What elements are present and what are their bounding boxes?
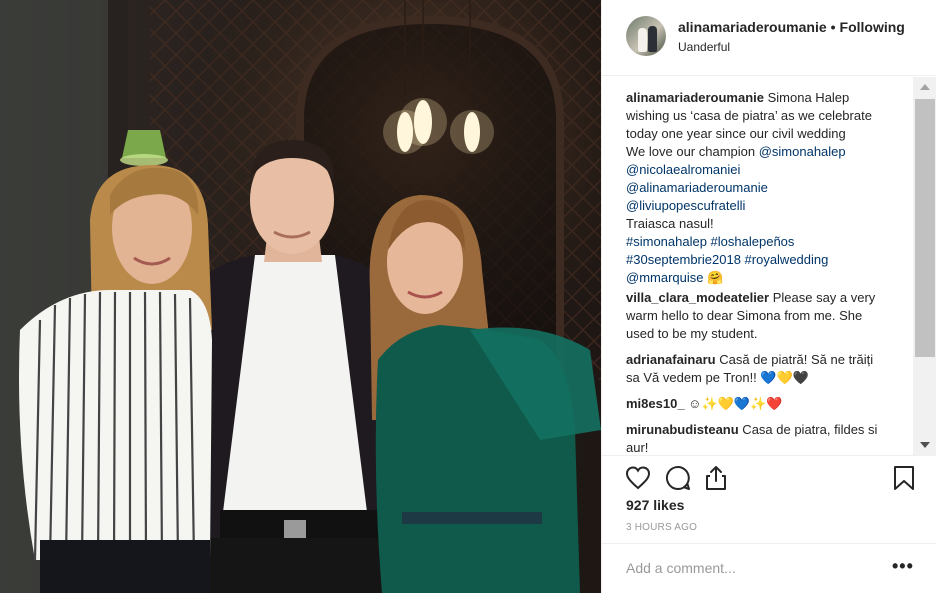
comment-item: adrianafainaru Casă de piatră! Să ne tră… [626,351,890,387]
header-username[interactable]: alinamariaderoumanie [678,19,827,35]
caption-username[interactable]: alinamariaderoumanie [626,90,764,105]
mention-link[interactable]: @liviupopescufratelli [626,198,745,213]
mention-link[interactable]: @simonahalep [759,144,846,159]
mention-link[interactable]: @nicolaealromaniei [626,162,740,177]
post-photo[interactable] [0,0,601,593]
hashtag-link[interactable]: #30septembrie2018 #royalwedding [626,252,828,267]
instagram-post-modal: alinamariaderoumanie • Following Uanderful… [0,0,936,593]
scrollbar-thumb[interactable] [915,99,935,357]
comment-username[interactable]: mirunabudisteanu [626,422,739,437]
header-separator: • [830,19,836,35]
comment-item: villa_clara_modeatelier Please say a ver… [626,289,890,343]
mention-link[interactable]: @alinamariaderoumanie [626,180,768,195]
comment-username[interactable]: adrianafainaru [626,352,716,367]
caption-text-3: Traiasca nasul! [626,216,714,231]
avatar[interactable] [626,16,666,56]
comment-text: ☺✨💛💙✨❤️ [684,396,783,411]
action-bar [602,455,936,499]
comment-composer: ••• [602,543,936,593]
more-options-icon[interactable]: ••• [892,556,914,577]
comment-icon[interactable] [664,464,692,492]
caption-text-2: We love our champion [626,144,759,159]
bookmark-icon[interactable] [890,464,918,492]
post-timestamp[interactable]: 3 HOURS AGO [626,522,697,533]
post-side-panel: alinamariaderoumanie • Following Uanderful… [601,0,936,593]
post-header: alinamariaderoumanie • Following Uanderful [602,0,936,76]
caption: alinamariaderoumanie Simona Halep wishin… [626,89,890,287]
comment-item: mirunabudisteanu Casa de piatra, fildes … [626,421,890,455]
photo-illustration [0,0,601,593]
comments-scrollbar[interactable] [913,77,936,455]
likes-count[interactable]: 927 likes [626,497,684,513]
add-comment-input[interactable] [626,560,866,576]
scroll-up-arrow-icon[interactable] [920,84,930,90]
header-user-line: alinamariaderoumanie • Following [678,19,905,35]
comment-username[interactable]: mi8es10_ [626,396,685,411]
location-link[interactable]: Uanderful [678,40,730,54]
following-button[interactable]: Following [840,19,905,35]
comments-list: alinamariaderoumanie Simona Halep wishin… [602,77,936,455]
hug-emoji: 🤗 [707,270,724,285]
share-icon[interactable] [702,464,730,492]
comment-username[interactable]: villa_clara_modeatelier [626,290,769,305]
mention-link[interactable]: @mmarquise [626,270,704,285]
scroll-down-arrow-icon[interactable] [920,442,930,448]
hashtag-link[interactable]: #simonahalep #loshalepeños [626,234,794,249]
comment-item: mi8es10_ ☺✨💛💙✨❤️ [626,395,890,413]
heart-icon[interactable] [624,464,652,492]
